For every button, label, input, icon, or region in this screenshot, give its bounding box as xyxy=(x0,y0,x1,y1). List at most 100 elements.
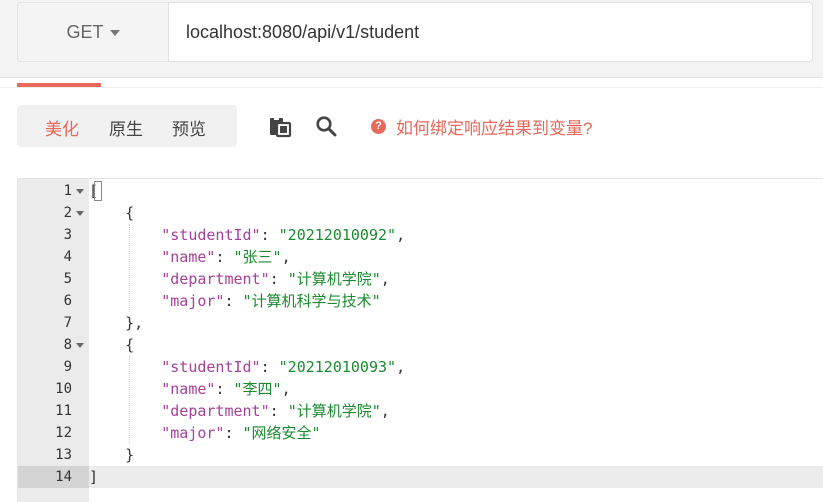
line-number-text: 14 xyxy=(55,469,72,485)
json-punctuation xyxy=(89,226,161,244)
json-punctuation xyxy=(89,292,161,310)
json-punctuation: ] xyxy=(89,468,99,486)
search-icon[interactable] xyxy=(314,114,338,138)
json-punctuation xyxy=(89,380,161,398)
line-number: 5 xyxy=(18,268,89,290)
code-line: "studentId": "20212010093", xyxy=(89,356,823,378)
line-number: 11 xyxy=(18,400,89,422)
line-number-text: 4 xyxy=(63,249,72,265)
json-string: "张三" xyxy=(233,248,282,266)
line-number: 3 xyxy=(18,224,89,246)
code-line: "studentId": "20212010092", xyxy=(89,224,823,246)
chevron-down-icon xyxy=(109,30,120,36)
tab-raw[interactable]: 原生 xyxy=(109,115,143,140)
json-punctuation: : xyxy=(269,270,288,288)
json-punctuation: : xyxy=(260,358,279,376)
line-number-text: 5 xyxy=(63,271,72,287)
json-key: "department" xyxy=(161,270,270,288)
help-link[interactable]: ? 如何绑定响应结果到变量? xyxy=(371,113,592,139)
json-punctuation: { xyxy=(89,204,135,222)
method-label: GET xyxy=(66,21,104,42)
line-number-text: 10 xyxy=(55,381,72,397)
json-key: "name" xyxy=(161,248,216,266)
json-punctuation: } xyxy=(89,446,135,464)
json-key: "studentId" xyxy=(161,358,261,376)
json-key: "name" xyxy=(161,380,216,398)
json-punctuation: , xyxy=(281,248,291,266)
json-punctuation xyxy=(89,248,161,266)
code-line: "name": "李四", xyxy=(89,378,823,400)
json-punctuation: : xyxy=(269,402,288,420)
divider xyxy=(0,77,823,78)
json-punctuation: , xyxy=(380,402,390,420)
indent-guide xyxy=(129,356,130,444)
format-tabs: 美化 原生 预览 xyxy=(17,105,237,147)
json-string: "网络安全" xyxy=(242,424,321,442)
json-punctuation: : xyxy=(260,226,279,244)
line-number: 4 xyxy=(18,246,89,268)
line-number-gutter: 1 2 3 4 5 6 7 8 9 10 11 12 13 14 xyxy=(18,179,89,502)
line-number-text: 1 xyxy=(63,183,72,199)
json-punctuation: , xyxy=(281,380,291,398)
line-number: 9 xyxy=(18,356,89,378)
line-number-text: 7 xyxy=(63,315,72,331)
line-number-text: 3 xyxy=(63,227,72,243)
json-punctuation xyxy=(89,270,161,288)
help-link-text: 如何绑定响应结果到变量? xyxy=(396,118,593,138)
json-string: "李四" xyxy=(233,380,282,398)
line-number: 14 xyxy=(18,466,89,488)
json-string: "20212010092" xyxy=(278,226,397,244)
json-punctuation xyxy=(89,358,161,376)
fold-toggle-icon[interactable] xyxy=(76,343,84,348)
line-number: 6 xyxy=(18,290,89,312)
line-number-text: 8 xyxy=(63,337,72,353)
json-punctuation: : xyxy=(215,380,234,398)
code-line: "name": "张三", xyxy=(89,246,823,268)
line-number-text: 2 xyxy=(63,205,72,221)
request-bar: GET localhost:8080/api/v1/student xyxy=(17,2,813,62)
code-line: "department": "计算机学院", xyxy=(89,400,823,422)
line-number: 8 xyxy=(18,334,89,356)
tab-pretty[interactable]: 美化 xyxy=(45,115,79,140)
divider xyxy=(0,87,823,88)
line-number-text: 13 xyxy=(55,447,72,463)
json-key: "studentId" xyxy=(161,226,261,244)
code-line: { xyxy=(89,334,823,356)
line-number: 10 xyxy=(18,378,89,400)
fold-toggle-icon[interactable] xyxy=(76,189,84,194)
json-string: "20212010093" xyxy=(278,358,397,376)
line-number: 2 xyxy=(18,202,89,224)
bracket-match-marker xyxy=(94,181,102,201)
indent-guide xyxy=(129,224,130,312)
json-punctuation: : xyxy=(224,424,243,442)
json-punctuation xyxy=(89,402,161,420)
url-input[interactable]: localhost:8080/api/v1/student xyxy=(169,3,812,61)
json-key: "major" xyxy=(161,424,225,442)
code-line: } xyxy=(89,444,823,466)
line-number: 13 xyxy=(18,444,89,466)
json-key: "department" xyxy=(161,402,270,420)
line-number-text: 9 xyxy=(63,359,72,375)
json-string: "计算机学院" xyxy=(287,402,381,420)
code-line: ] xyxy=(89,466,823,488)
code-line: "major": "网络安全" xyxy=(89,422,823,444)
response-body-viewer[interactable]: 1 2 3 4 5 6 7 8 9 10 11 12 13 14 [ { "studentId": "20… xyxy=(17,178,823,502)
json-string: "计算机学院" xyxy=(287,270,381,288)
code-line: "major": "计算机科学与技术" xyxy=(89,290,823,312)
fold-toggle-icon[interactable] xyxy=(76,211,84,216)
line-number-text: 11 xyxy=(55,403,72,419)
json-punctuation: : xyxy=(215,248,234,266)
tab-preview[interactable]: 预览 xyxy=(172,115,206,140)
json-string: "计算机科学与技术" xyxy=(242,292,381,310)
json-punctuation: , xyxy=(380,270,390,288)
json-punctuation: , xyxy=(396,358,406,376)
line-number: 7 xyxy=(18,312,89,334)
method-dropdown[interactable]: GET xyxy=(18,3,169,61)
json-punctuation: , xyxy=(396,226,406,244)
json-punctuation: }, xyxy=(89,314,144,332)
code-line: }, xyxy=(89,312,823,334)
copy-icon[interactable] xyxy=(268,114,292,138)
line-number: 12 xyxy=(18,422,89,444)
code-line: { xyxy=(89,202,823,224)
request-area: GET localhost:8080/api/v1/student xyxy=(0,0,823,78)
